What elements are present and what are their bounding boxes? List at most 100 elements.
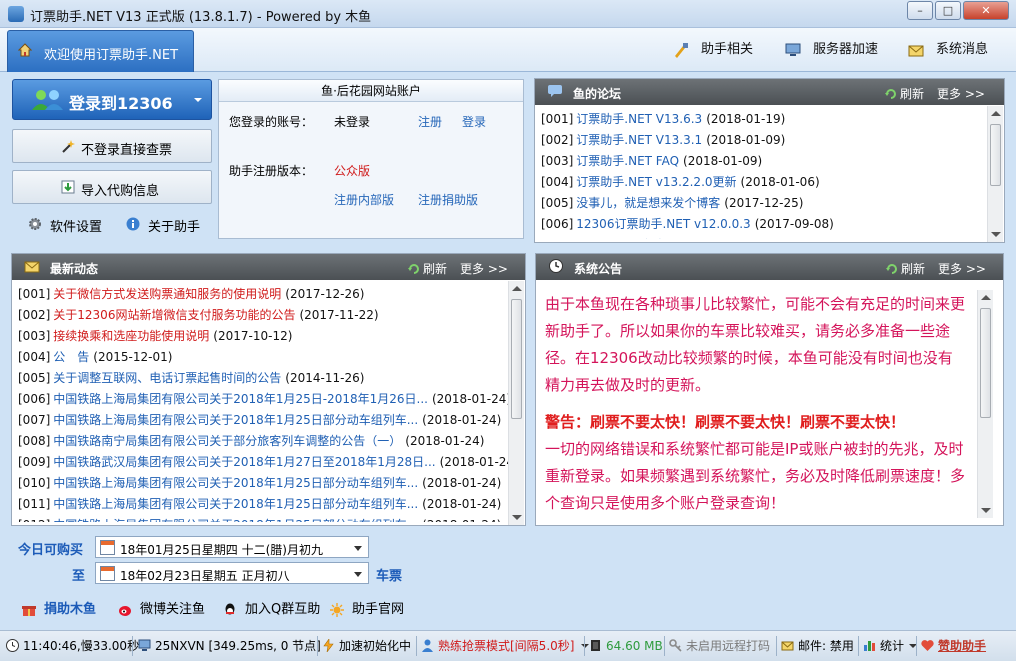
start-date-select[interactable]: 18年01月25日星期四 十二(腊)月初九 (95, 536, 369, 558)
announcement-more-link[interactable]: 更多 >> (938, 260, 986, 277)
forum-refresh-button[interactable]: 刷新 (885, 85, 924, 102)
status-divider (858, 636, 859, 656)
list-item[interactable]: [007]12306订票助手.NET 11.7.7.0 (2017-08-28) (541, 235, 981, 239)
scroll-down-icon[interactable] (991, 232, 1001, 237)
list-item-link[interactable]: 中国铁路上海局集团有限公司关于2018年1月25日部分动车组列车... (53, 518, 418, 522)
no-login-query-button[interactable]: 不登录直接查票 (12, 129, 212, 163)
list-item-date: (2018-01-24) (422, 413, 502, 427)
list-item[interactable]: [001] 关于微信方式发送购票通知服务的使用说明 (2017-12-26) (18, 284, 508, 305)
list-item-link[interactable]: 中国铁路南宁局集团有限公司关于部分旅客列车调整的公告（一） (53, 434, 401, 448)
no-login-label: 不登录直接查票 (81, 143, 173, 158)
list-item-link[interactable]: 12306订票助手.NET 11.7.7.0 (576, 238, 743, 239)
register-internal-link[interactable]: 注册内部版 (334, 191, 394, 208)
list-item-date: (2018-01-24) (431, 392, 508, 406)
gift-icon (22, 606, 36, 616)
list-item-link[interactable]: 订票助手.NET V13.3.1 (576, 133, 702, 147)
forum-more-link[interactable]: 更多 >> (937, 85, 985, 102)
announcement-refresh-label: 刷新 (901, 262, 926, 276)
list-item-link[interactable]: 中国铁路上海局集团有限公司关于2018年1月25日部分动车组列车... (53, 413, 418, 427)
login-12306-button[interactable]: 登录到12306 (12, 79, 212, 120)
list-item-link[interactable]: 订票助手.NET v13.2.2.0更新 (576, 175, 736, 189)
software-settings-label: 软件设置 (50, 220, 103, 235)
scroll-down-icon[interactable] (981, 508, 991, 513)
list-item-link[interactable]: 公 告 (53, 350, 89, 364)
list-item-link[interactable]: 没事儿，就是想来发个博客 (576, 196, 720, 210)
list-item-link[interactable]: 中国铁路上海局集团有限公司关于2018年1月25日部分动车组列车... (53, 497, 418, 511)
list-item-link[interactable]: 接续换乘和选座功能使用说明 (53, 329, 209, 343)
scroll-up-icon[interactable] (512, 286, 522, 291)
list-item[interactable]: [005] 关于调整互联网、电话订票起售时间的公告 (2014-11-26) (18, 368, 508, 389)
list-item-date: (2018-01-24) (422, 476, 502, 490)
scroll-up-icon[interactable] (991, 111, 1001, 116)
news-scrollbar[interactable] (508, 281, 524, 525)
forum-panel: 鱼的论坛 刷新 更多 >> [001] 订票助手.NET V13.6.3 (2018… (534, 78, 1005, 243)
list-item-number: [006] (18, 392, 51, 406)
list-item-link[interactable]: 中国铁路上海局集团有限公司关于2018年1月25日-2018年1月26日... (53, 392, 428, 406)
news-more-link[interactable]: 更多 >> (460, 260, 508, 277)
list-item-link[interactable]: 12306订票助手.NET v12.0.0.3 (576, 217, 750, 231)
list-item[interactable]: [002] 关于12306网站新增微信支付服务功能的公告 (2017-11-22) (18, 305, 508, 326)
list-item-date: (2017-12-26) (285, 287, 365, 301)
list-item-link[interactable]: 中国铁路上海局集团有限公司关于2018年1月25日部分动车组列车... (53, 476, 418, 490)
announcement-refresh-button[interactable]: 刷新 (886, 260, 925, 277)
forum-scrollbar[interactable] (987, 106, 1003, 242)
list-item[interactable]: [003] 订票助手.NET FAQ (2018-01-09) (541, 151, 981, 172)
list-item-link[interactable]: 关于调整互联网、电话订票起售时间的公告 (53, 371, 281, 385)
list-item[interactable]: [011] 中国铁路上海局集团有限公司关于2018年1月25日部分动车组列车...… (18, 494, 508, 515)
close-button[interactable]: ✕ (963, 1, 1009, 20)
list-item[interactable]: [010] 中国铁路上海局集团有限公司关于2018年1月25日部分动车组列车...… (18, 473, 508, 494)
chevron-down-icon[interactable] (194, 98, 202, 102)
chevron-down-icon[interactable] (354, 572, 362, 577)
list-item[interactable]: [002] 订票助手.NET V13.3.1 (2018-01-09) (541, 130, 981, 151)
news-panel: 最新动态 刷新 更多 >> [001] 关于微信方式发送购票通知服务的使用说明 (2… (11, 253, 526, 526)
account-panel: 鱼·后花园网站账户 您登录的账号： 未登录 注册 登录 助手注册版本： 公众版 … (218, 79, 524, 239)
list-item-link[interactable]: 中国铁路武汉局集团有限公司关于2018年1月27日至2018年1月28日... (53, 455, 435, 469)
minimize-button[interactable]: – (907, 1, 933, 20)
login-link[interactable]: 登录 (462, 113, 486, 130)
list-item[interactable]: [003] 接续换乘和选座功能使用说明 (2017-10-12) (18, 326, 508, 347)
list-item-link[interactable]: 订票助手.NET FAQ (576, 154, 679, 168)
list-item-date: (2018-01-24) (405, 434, 485, 448)
scroll-down-icon[interactable] (512, 515, 522, 520)
qq-icon (225, 603, 235, 615)
list-item[interactable]: [006] 中国铁路上海局集团有限公司关于2018年1月25日-2018年1月26… (18, 389, 508, 410)
donate-label: 捐助木鱼 (44, 602, 97, 617)
forum-list: [001] 订票助手.NET V13.6.3 (2018-01-19) [002] 订票… (541, 109, 981, 239)
import-proxy-button[interactable]: 导入代购信息 (12, 170, 212, 204)
list-item-link[interactable]: 订票助手.NET V13.6.3 (576, 112, 702, 126)
chevron-down-icon[interactable] (581, 644, 589, 648)
chevron-down-icon[interactable] (354, 546, 362, 551)
list-item-number: [011] (18, 497, 51, 511)
scroll-thumb[interactable] (511, 299, 522, 419)
news-refresh-button[interactable]: 刷新 (408, 260, 447, 277)
list-item[interactable]: [004] 订票助手.NET v13.2.2.0更新 (2018-01-06) (541, 172, 981, 193)
list-item[interactable]: [007] 中国铁路上海局集团有限公司关于2018年1月25日部分动车组列车...… (18, 410, 508, 431)
list-item[interactable]: [009] 中国铁路武汉局集团有限公司关于2018年1月27日至2018年1月28… (18, 452, 508, 473)
list-item-link[interactable]: 关于12306网站新增微信支付服务功能的公告 (53, 308, 295, 322)
status-mail-text: 邮件: 禁用 (798, 639, 854, 653)
list-item[interactable]: [001] 订票助手.NET V13.6.3 (2018-01-19) (541, 109, 981, 130)
clock-icon (549, 259, 563, 273)
today-buyable-label: 今日可购买 (18, 543, 84, 558)
news-refresh-label: 刷新 (423, 262, 448, 276)
list-item-number: [008] (18, 434, 51, 448)
scroll-thumb[interactable] (980, 308, 991, 418)
end-date-select[interactable]: 18年02月23日星期五 正月初八 (95, 562, 369, 584)
register-donate-link[interactable]: 注册捐助版 (418, 191, 478, 208)
register-link[interactable]: 注册 (418, 113, 442, 130)
ticket-label: 车票 (376, 569, 403, 584)
mail-icon (24, 261, 40, 273)
scroll-up-icon[interactable] (981, 295, 991, 300)
announcement-scrollbar[interactable] (977, 290, 993, 518)
scroll-thumb[interactable] (990, 124, 1001, 186)
list-item[interactable]: [005] 没事儿，就是想来发个博客 (2017-12-25) (541, 193, 981, 214)
list-item[interactable]: [006] 12306订票助手.NET v12.0.0.3 (2017-09-08) (541, 214, 981, 235)
maximize-button[interactable]: □ (935, 1, 961, 20)
list-item-link[interactable]: 关于微信方式发送购票通知服务的使用说明 (53, 287, 281, 301)
tab-welcome[interactable]: 欢迎使用订票助手.NET (7, 30, 194, 72)
status-remote-captcha-text: 未启用远程打码 (686, 639, 771, 653)
list-item[interactable]: [008] 中国铁路南宁局集团有限公司关于部分旅客列车调整的公告（一） (2018-… (18, 431, 508, 452)
list-item[interactable]: [012]中国铁路上海局集团有限公司关于2018年1月25日部分动车组列车...… (18, 515, 508, 522)
list-item[interactable]: [004] 公 告 (2015-12-01) (18, 347, 508, 368)
list-item-number: [012] (18, 518, 50, 522)
